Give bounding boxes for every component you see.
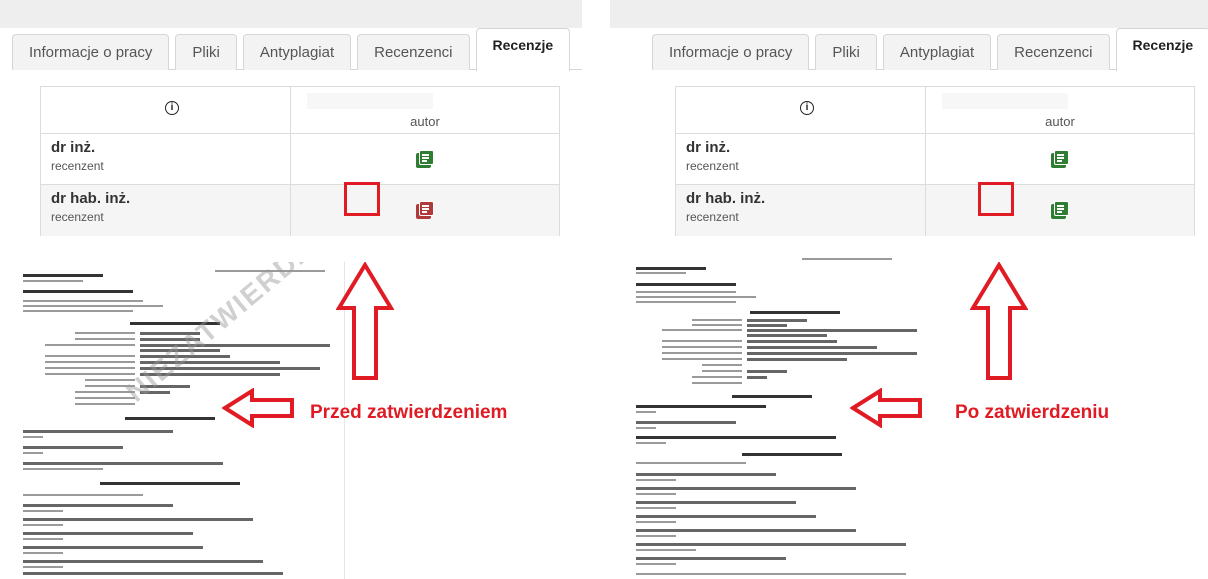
tab-antyplagiat[interactable]: Antyplagiat [242, 34, 352, 70]
arrow-left-icon [222, 388, 294, 428]
tab-antyplagiat[interactable]: Antyplagiat [882, 34, 992, 70]
info-icon[interactable]: i [165, 101, 179, 115]
panel-before-approval: Informacje o pracy Pliki Antyplagiat Rec… [0, 0, 600, 579]
reviewer-title: dr inż. [686, 139, 731, 156]
tab-pliki[interactable]: Pliki [815, 34, 877, 70]
tab-recenzje[interactable]: Recenzje [475, 28, 571, 71]
reviewer-role: recenzent [686, 210, 739, 224]
column-header-autor: autor [410, 114, 440, 129]
caption-before: Przed zatwierdzeniem [310, 402, 508, 423]
reviews-table: i autor dr inż. recenzent dr hab. inż. r… [40, 86, 560, 236]
highlight-box [978, 182, 1014, 216]
tab-recenzje[interactable]: Recenzje [1115, 28, 1208, 71]
tab-recenzenci[interactable]: Recenzenci [997, 34, 1110, 70]
reviewer-title: dr hab. inż. [686, 190, 766, 207]
reviewer-role: recenzent [686, 159, 739, 173]
table-row: dr hab. inż. recenzent [676, 185, 1194, 236]
reviewer-role: recenzent [51, 210, 104, 224]
reviews-table: i autor dr inż. recenzent dr hab. inż. r… [675, 86, 1195, 236]
reviewer-title: dr hab. inż. [51, 190, 131, 207]
tab-informacje-o-pracy[interactable]: Informacje o pracy [652, 34, 810, 70]
arrow-up-icon [336, 262, 394, 380]
table-row: dr hab. inż. recenzent [41, 185, 559, 236]
tab-recenzenci[interactable]: Recenzenci [357, 34, 470, 70]
top-bar [610, 0, 1208, 28]
table-header-row: i autor [41, 87, 559, 134]
review-document-icon[interactable] [1051, 201, 1069, 219]
tab-bar: Informacje o pracy Pliki Antyplagiat Rec… [652, 28, 1208, 71]
top-bar [0, 0, 582, 28]
watermark-text: NIEZATWIERDZ [120, 262, 319, 408]
review-document-icon[interactable] [416, 201, 434, 219]
table-header-row: i autor [676, 87, 1194, 134]
tab-bar: Informacje o pracy Pliki Antyplagiat Rec… [12, 28, 582, 71]
highlight-box [344, 182, 380, 216]
tab-informacje-o-pracy[interactable]: Informacje o pracy [12, 34, 170, 70]
table-row: dr inż. recenzent [41, 134, 559, 185]
header-blank [307, 93, 433, 109]
table-row: dr inż. recenzent [676, 134, 1194, 185]
reviewer-title: dr inż. [51, 139, 96, 156]
arrow-up-icon [970, 262, 1028, 380]
info-icon[interactable]: i [800, 101, 814, 115]
reviewer-role: recenzent [51, 159, 104, 173]
arrow-left-icon [850, 388, 922, 428]
column-header-autor: autor [1045, 114, 1075, 129]
caption-after: Po zatwierdzeniu [955, 402, 1110, 423]
header-blank [942, 93, 1068, 109]
review-document-icon[interactable] [416, 150, 434, 168]
review-document-icon[interactable] [1051, 150, 1069, 168]
panel-after-approval: Informacje o pracy Pliki Antyplagiat Rec… [610, 0, 1208, 579]
tab-pliki[interactable]: Pliki [175, 34, 237, 70]
